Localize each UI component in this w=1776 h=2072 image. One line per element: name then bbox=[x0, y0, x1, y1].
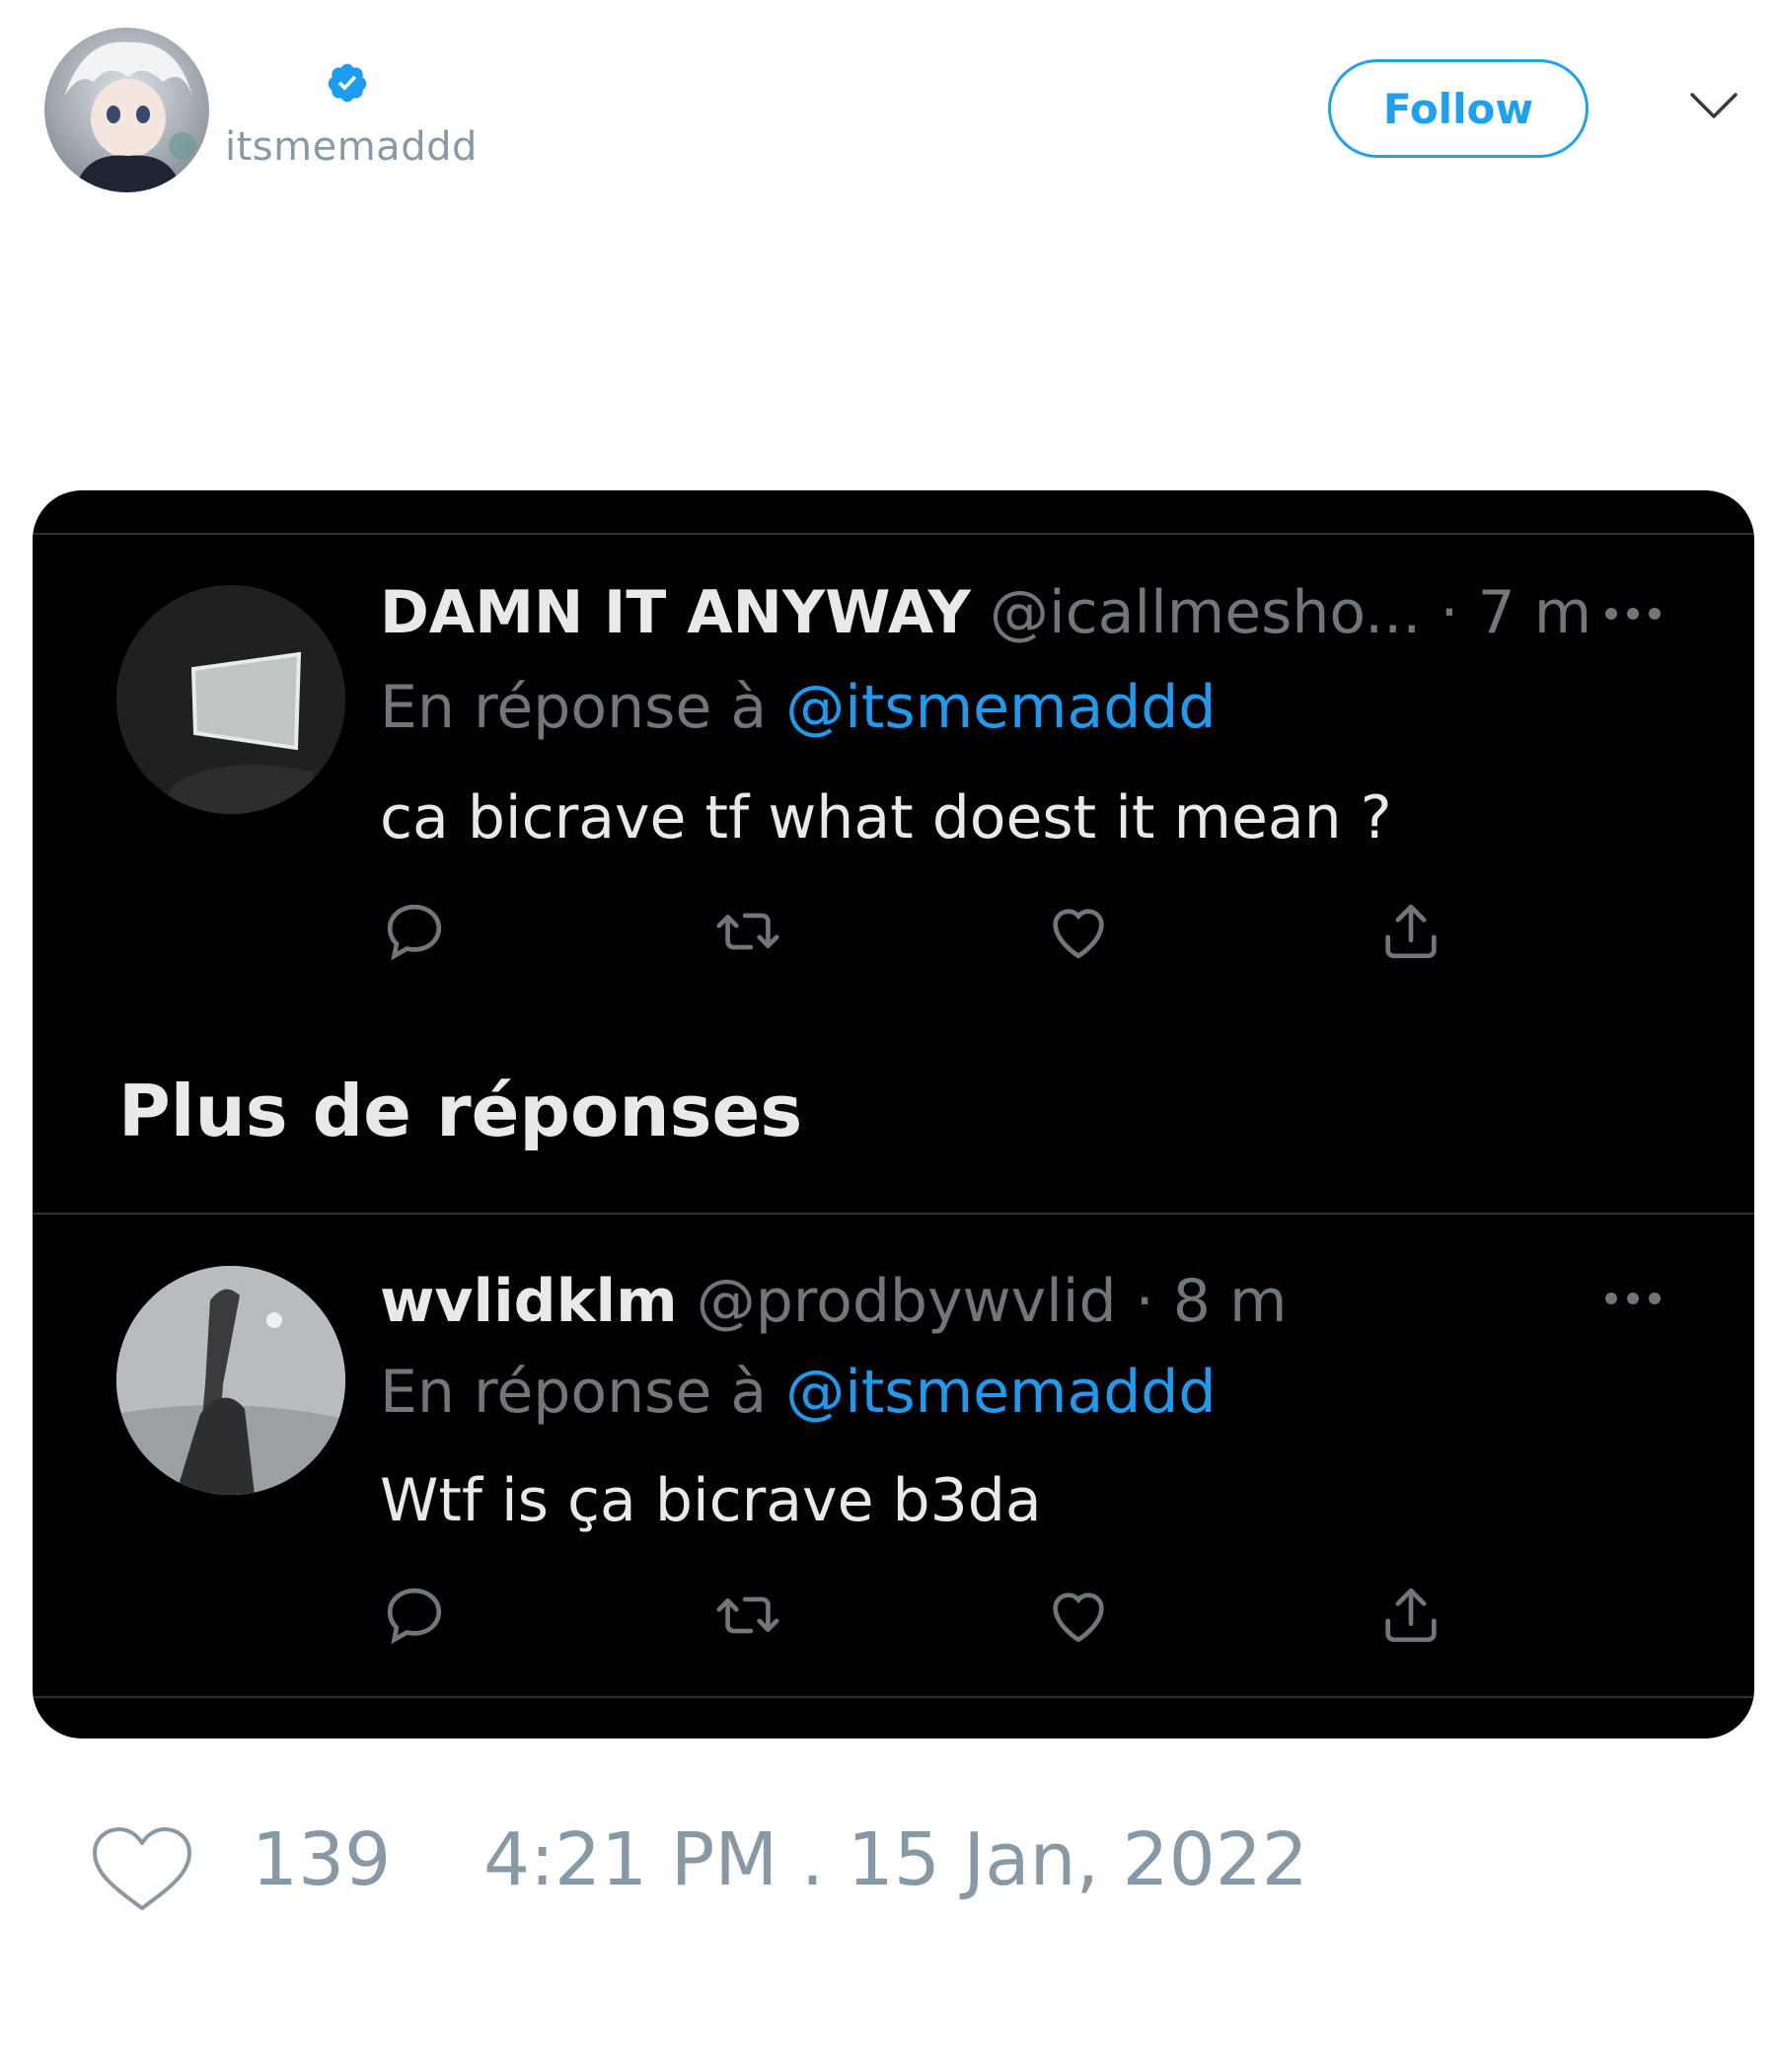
reply-text: ca bicrave tf what doest it mean ? bbox=[380, 783, 1392, 852]
retweet-icon[interactable] bbox=[713, 897, 782, 966]
chevron-down-icon[interactable] bbox=[1689, 91, 1739, 120]
more-icon[interactable] bbox=[1601, 604, 1665, 624]
heart-outline-icon[interactable] bbox=[89, 1825, 195, 1914]
reply-to-link[interactable]: @itsmemaddd bbox=[785, 1358, 1216, 1427]
reply-meta: @prodbywvlid · 8 m bbox=[696, 1267, 1288, 1336]
divider bbox=[33, 533, 1754, 535]
reply-avatar[interactable] bbox=[116, 1266, 345, 1495]
reply-display-name[interactable]: DAMN IT ANYWAY bbox=[380, 578, 971, 647]
divider bbox=[33, 1696, 1754, 1698]
share-icon[interactable] bbox=[1376, 1581, 1445, 1650]
reply-prefix: En réponse à bbox=[380, 1358, 786, 1427]
reply-text: Wtf is ça bicrave b3da bbox=[380, 1466, 1042, 1535]
reply-meta: @icallmesho... · 7 m bbox=[990, 578, 1592, 647]
profile-handle[interactable]: itsmemaddd bbox=[225, 124, 478, 170]
reply-prefix: En réponse à bbox=[380, 673, 786, 742]
section-title: Plus de réponses bbox=[118, 1070, 803, 1152]
like-icon[interactable] bbox=[1044, 1581, 1113, 1650]
follow-button[interactable]: Follow bbox=[1328, 59, 1589, 158]
divider bbox=[33, 1213, 1754, 1215]
reply-avatar[interactable] bbox=[116, 585, 345, 814]
tweet-timestamp[interactable]: 4:21 PM . 15 Jan, 2022 bbox=[483, 1823, 1308, 1896]
reply-icon[interactable] bbox=[380, 1581, 449, 1650]
reply-icon[interactable] bbox=[380, 897, 449, 966]
verified-badge-icon bbox=[326, 61, 369, 105]
like-count[interactable]: 139 bbox=[252, 1823, 391, 1896]
retweet-icon[interactable] bbox=[713, 1581, 782, 1650]
reply-to-link[interactable]: @itsmemaddd bbox=[785, 673, 1216, 742]
more-icon[interactable] bbox=[1601, 1289, 1665, 1308]
profile-avatar[interactable] bbox=[44, 28, 209, 192]
share-icon[interactable] bbox=[1376, 897, 1445, 966]
reply-display-name[interactable]: wvlidklm bbox=[380, 1267, 678, 1336]
reply-screenshot: DAMN IT ANYWAY @icallmesho... · 7 m En r… bbox=[33, 490, 1754, 1739]
like-icon[interactable] bbox=[1044, 897, 1113, 966]
